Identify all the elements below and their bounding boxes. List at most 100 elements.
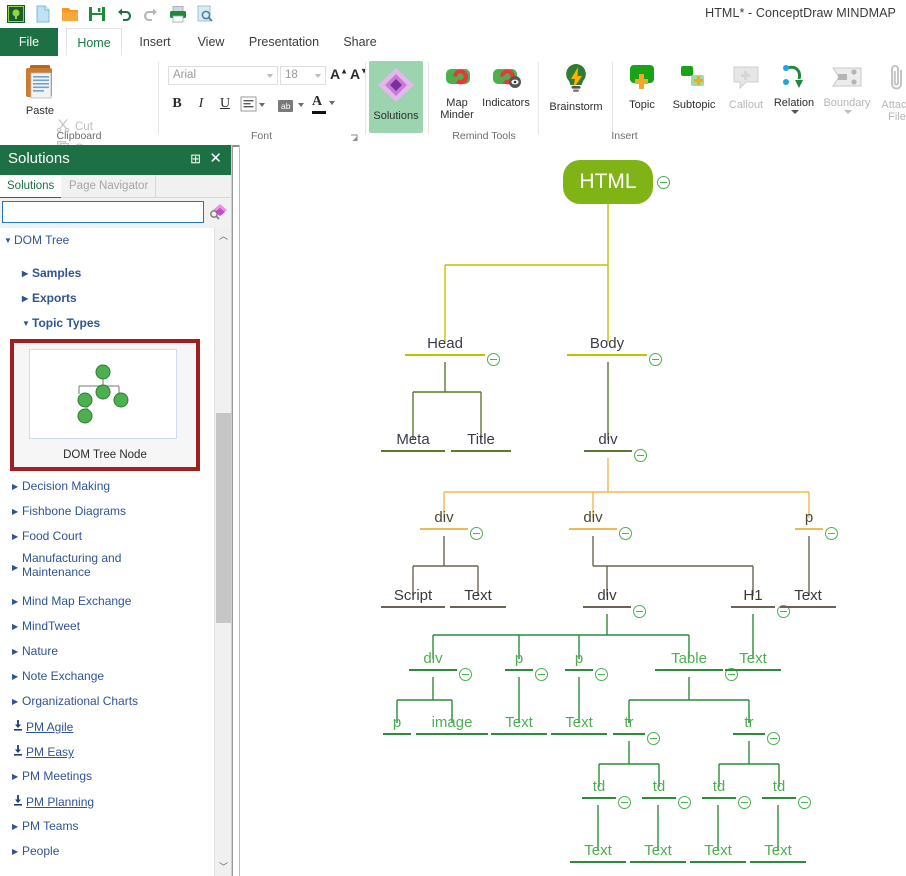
tab-share[interactable]: Share: [336, 28, 384, 56]
collapse-toggle-icon[interactable]: [825, 527, 838, 540]
tree-item-pm-meetings[interactable]: ▶ PM Meetings: [12, 769, 92, 783]
tree-item-food-court[interactable]: ▶ Food Court: [12, 529, 82, 543]
collapse-toggle-icon[interactable]: [459, 668, 472, 681]
collapse-toggle-icon[interactable]: [678, 796, 691, 809]
indicators-button[interactable]: Indicators: [476, 62, 536, 109]
mindmap-node[interactable]: Text: [450, 588, 506, 608]
mindmap-node[interactable]: div: [584, 432, 632, 452]
tree-item-exports[interactable]: ▶ Exports: [22, 291, 77, 305]
mindmap-node[interactable]: Text: [690, 843, 746, 863]
mindmap-node[interactable]: p: [383, 715, 411, 735]
tree-item-samples[interactable]: ▶ Samples: [22, 266, 81, 280]
underline-button[interactable]: U: [216, 96, 234, 112]
mindmap-app-icon[interactable]: [6, 4, 26, 24]
tab-home[interactable]: Home: [66, 28, 122, 56]
bold-button[interactable]: B: [168, 96, 186, 112]
mindmap-node[interactable]: Text: [630, 843, 686, 863]
mindmap-canvas[interactable]: HTML Head Body Meta Title div div div p Script Tex…: [232, 145, 906, 876]
collapse-toggle-icon[interactable]: [738, 796, 751, 809]
mindmap-node[interactable]: Text: [551, 715, 607, 735]
tree-item-note-exchange[interactable]: ▶ Note Exchange: [12, 669, 104, 683]
tab-view[interactable]: View: [188, 28, 234, 56]
scrollbar-thumb[interactable]: [216, 413, 231, 623]
tree-item-mind-map-exchange[interactable]: ▶ Mind Map Exchange: [12, 594, 131, 608]
collapse-toggle-icon[interactable]: [487, 353, 500, 366]
tree-item-manufacturing-and-maintenance[interactable]: ▶ Manufacturing and Maintenance: [12, 551, 121, 579]
mindmap-node[interactable]: Text: [750, 843, 806, 863]
font-family-combo[interactable]: Arial: [168, 66, 278, 85]
collapse-toggle-icon[interactable]: [619, 527, 632, 540]
mindmap-node[interactable]: Text: [725, 651, 781, 671]
mindmap-node[interactable]: td: [702, 779, 736, 799]
save-icon[interactable]: [87, 4, 107, 24]
tree-item-people[interactable]: ▶ People: [12, 844, 59, 858]
mindmap-node[interactable]: div: [569, 510, 617, 530]
redo-icon[interactable]: [141, 4, 161, 24]
paragraph-align-button[interactable]: [240, 96, 265, 115]
print-icon[interactable]: [168, 4, 188, 24]
collapse-toggle-icon[interactable]: [470, 527, 483, 540]
scroll-down-arrow-icon[interactable]: ﹀: [215, 859, 232, 876]
mindmap-node[interactable]: Title: [451, 432, 511, 452]
map-minder-button[interactable]: Map Minder: [432, 62, 482, 121]
tree-item-decision-making[interactable]: ▶ Decision Making: [12, 479, 110, 493]
grow-font-button[interactable]: A▲: [330, 66, 348, 82]
mindmap-node[interactable]: image: [416, 715, 488, 735]
italic-button[interactable]: I: [192, 96, 210, 112]
chevron-down-icon[interactable]: [791, 110, 799, 114]
subtopic-button[interactable]: Subtopic: [666, 62, 722, 111]
mindmap-node[interactable]: tr: [733, 715, 765, 735]
mindmap-node[interactable]: p: [795, 510, 823, 530]
mindmap-node[interactable]: p: [505, 651, 533, 671]
tab-file[interactable]: File: [0, 28, 58, 56]
scroll-up-arrow-icon[interactable]: ︿: [215, 228, 232, 245]
search-solutions-icon[interactable]: [208, 202, 228, 222]
tree-item-nature[interactable]: ▶ Nature: [12, 644, 58, 658]
print-preview-icon[interactable]: [195, 4, 215, 24]
panel-scrollbar[interactable]: ︿ ﹀: [214, 228, 231, 876]
open-folder-icon[interactable]: [60, 4, 80, 24]
brainstorm-button[interactable]: Brainstorm: [544, 62, 608, 113]
topic-button[interactable]: Topic: [618, 62, 666, 111]
mindmap-root-node[interactable]: HTML: [563, 160, 653, 204]
mindmap-node[interactable]: Body: [567, 336, 647, 356]
tree-item-pm-teams[interactable]: ▶ PM Teams: [12, 819, 78, 833]
mindmap-node[interactable]: Text: [780, 588, 836, 608]
mindmap-node[interactable]: tr: [613, 715, 645, 735]
mindmap-node[interactable]: td: [642, 779, 676, 799]
highlight-button[interactable]: ab: [278, 98, 305, 112]
tree-item-topic-types[interactable]: ▼ Topic Types: [22, 316, 100, 330]
collapse-toggle-icon[interactable]: [649, 353, 662, 366]
mindmap-node[interactable]: Text: [491, 715, 547, 735]
paste-button[interactable]: Paste: [12, 62, 68, 117]
mindmap-node[interactable]: Script: [381, 588, 445, 608]
mindmap-node[interactable]: td: [582, 779, 616, 799]
tree-item-dom-tree[interactable]: ▼ DOM Tree: [4, 233, 69, 247]
collapse-toggle-icon[interactable]: [798, 796, 811, 809]
tree-item-pm-planning[interactable]: PM Planning: [12, 794, 94, 809]
tab-presentation[interactable]: Presentation: [240, 28, 328, 56]
tree-item-pm-agile[interactable]: PM Agile: [12, 719, 73, 734]
tab-insert[interactable]: Insert: [130, 28, 180, 56]
font-color-button[interactable]: A: [312, 94, 336, 114]
search-input[interactable]: [2, 201, 204, 223]
mindmap-node[interactable]: div: [409, 651, 457, 671]
tab-page-navigator[interactable]: Page Navigator: [62, 175, 157, 197]
dom-tree-node-card[interactable]: DOM Tree Node: [10, 339, 200, 471]
collapse-toggle-icon[interactable]: [535, 668, 548, 681]
collapse-toggle-icon[interactable]: [618, 796, 631, 809]
relation-button[interactable]: Relation: [768, 62, 820, 114]
mindmap-node[interactable]: div: [420, 510, 468, 530]
tree-item-organizational-charts[interactable]: ▶ Organizational Charts: [12, 694, 138, 708]
tree-item-fishbone-diagrams[interactable]: ▶ Fishbone Diagrams: [12, 504, 126, 518]
mindmap-node[interactable]: H1: [731, 588, 775, 608]
mindmap-node[interactable]: Table: [655, 651, 723, 671]
collapse-toggle-icon[interactable]: [633, 605, 646, 618]
tree-item-pm-easy[interactable]: PM Easy: [12, 744, 74, 759]
tab-solutions[interactable]: Solutions: [0, 175, 62, 199]
collapse-toggle-icon[interactable]: [647, 732, 660, 745]
collapse-toggle-icon[interactable]: [767, 732, 780, 745]
font-size-combo[interactable]: 18: [280, 66, 326, 85]
tree-item-mindtweet[interactable]: ▶ MindTweet: [12, 619, 80, 633]
mindmap-node[interactable]: Text: [570, 843, 626, 863]
